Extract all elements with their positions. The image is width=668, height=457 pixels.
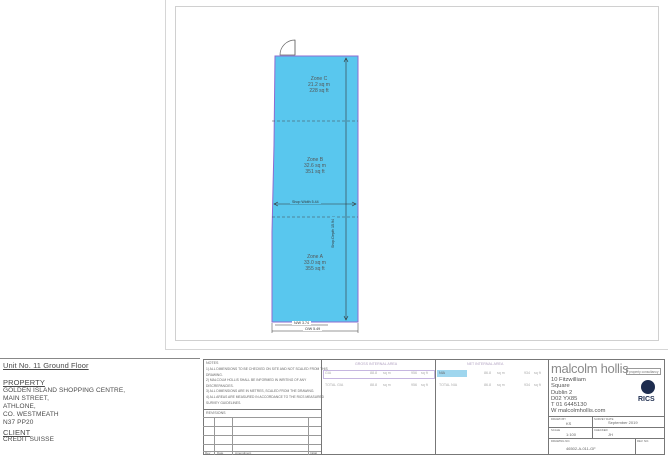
checked-value: JH [608, 432, 613, 437]
zone-c-label: Zone C 21.2 sq m 228 sq ft [308, 76, 330, 94]
property-line: GOLDEN ISLAND SHOPPING CENTRE, [3, 387, 126, 394]
rics-label: RICS [638, 396, 655, 403]
rev-col: Amendment [235, 451, 252, 455]
gia-cell: GIA [325, 371, 332, 375]
drawn-by-value: KS [566, 421, 572, 426]
gia-heading: GROSS INTERNAL AREA [355, 362, 398, 366]
floor-plan [271, 39, 359, 333]
drawing-no-label: DRAWING NO. [551, 439, 571, 443]
rev-col: Rev [205, 451, 211, 455]
company-logo: malcolm hollis [551, 361, 629, 376]
nia-cell: 86.8 [484, 383, 491, 387]
rev-col: Date [217, 451, 224, 455]
nia-cell: sq m [497, 371, 505, 375]
drawn-by-label: DRAWN BY [551, 417, 566, 421]
client-name: CREDIT SUISSE [3, 436, 55, 443]
property-line: ATHLONE, [3, 403, 36, 410]
zone-a-label: Zone A 33.0 sq m 355 sq ft [304, 254, 326, 272]
scale-value: 1:100 [566, 432, 577, 437]
drawing-no-value: 46502-A-011-GF [566, 446, 596, 451]
property-line: MAIN STREET, [3, 395, 49, 402]
property-line: N37 PP20 [3, 419, 34, 426]
notes-heading: NOTES [206, 361, 219, 365]
gia-cell: 956 [411, 383, 417, 387]
nia-cell: 934 [524, 383, 530, 387]
nw-dimension-label: N/W 3.74 [292, 321, 311, 325]
gia-cell: sq m [383, 371, 391, 375]
gia-cell: 88.8 [370, 383, 377, 387]
property-line: CO. WESTMEATH [3, 411, 59, 418]
nia-cell: 86.8 [484, 371, 491, 375]
gia-row [323, 370, 435, 379]
shop-outline [271, 55, 359, 323]
revisions-heading: REVISIONS [206, 411, 226, 415]
shop-width-label: Shop Width 5.44 [290, 200, 321, 204]
checked-label: CHECKED [594, 428, 608, 432]
unit-title: Unit No. 11 Ground Floor [3, 361, 89, 370]
nia-cell: TOTAL NIA [439, 383, 458, 387]
property-heading: PROPERTY [3, 378, 45, 387]
shop-depth-label: Shop Depth 15.94 [331, 217, 335, 250]
door-swing [279, 39, 296, 56]
company-address: 10 Fitzwilliam Square Dublin 2 D02 YX85 [551, 377, 586, 403]
notes-text: 1) ALL DIMENSIONS TO BE CHECKED ON SITE … [206, 367, 328, 405]
nia-cell: 934 [524, 371, 530, 375]
zone-b-label: Zone B 32.6 sq m 351 sq ft [304, 157, 326, 175]
nia-cell: NIA [439, 371, 445, 375]
rics-emblem-icon [641, 380, 655, 394]
rev-col: Initial [310, 451, 318, 455]
info-rule [0, 358, 200, 359]
gia-cell: sq ft [421, 371, 428, 375]
gia-cell: sq m [383, 383, 391, 387]
gia-cell: sq ft [421, 383, 428, 387]
gia-cell: TOTAL GIA [325, 383, 344, 387]
nia-cell: sq ft [534, 371, 541, 375]
company-web: W malcolmhollis.com [551, 408, 606, 414]
nia-cell: sq m [497, 383, 505, 387]
ow-dimension-label: O/W 5.49 [303, 327, 323, 331]
date-value: September 2019 [608, 420, 638, 425]
nia-cell: sq ft [534, 383, 541, 387]
gia-cell: 88.8 [370, 371, 377, 375]
nia-heading: NET INTERNAL AREA [467, 362, 504, 366]
scale-label: SCALE [551, 428, 561, 432]
logo-tagline: property consultancy [626, 368, 662, 375]
gia-cell: 956 [411, 371, 417, 375]
rev-no-label: REV. NO. [637, 439, 650, 443]
